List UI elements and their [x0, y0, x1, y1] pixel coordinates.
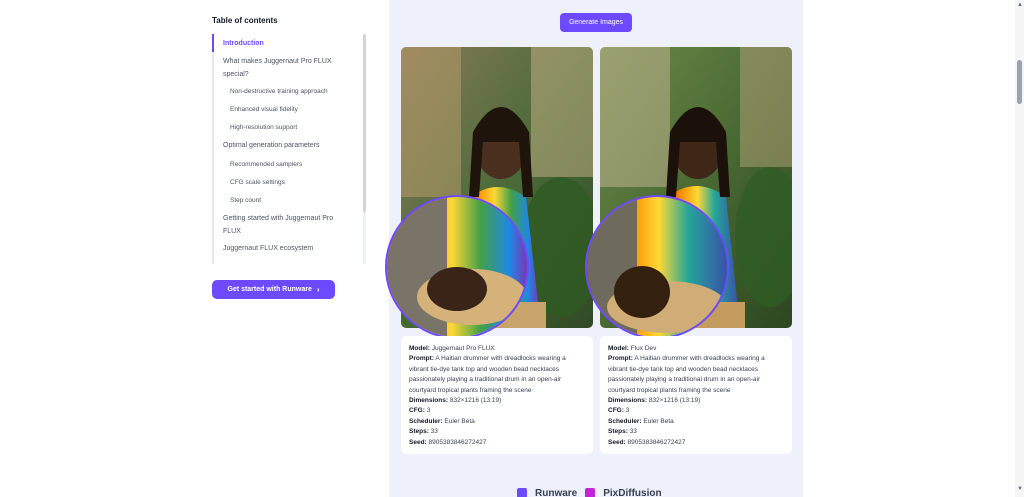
scheduler-row: Scheduler: Euler Beta: [409, 417, 475, 425]
toc-title: Table of contents: [212, 16, 278, 25]
toc-item-introduction[interactable]: Introduction: [223, 37, 351, 50]
cfg-row: CFG: 3: [409, 407, 431, 415]
toc-item-non-destructive[interactable]: Non-destructive training approach: [230, 85, 358, 98]
toc-item-what-makes-special[interactable]: What makes Juggernaut Pro FLUX special?: [223, 55, 351, 81]
scroll-down-arrow-icon[interactable]: ▼: [1017, 486, 1023, 492]
partner-logos: Runware PixDiffusion: [517, 488, 687, 497]
model-row: Model: Juggernaut Pro FLUX: [409, 345, 495, 352]
get-started-label: Get started with Runware: [227, 286, 312, 293]
prompt-row: Prompt: A Haitian drummer with dreadlock…: [608, 355, 765, 394]
get-started-button[interactable]: Get started with Runware ›: [212, 280, 335, 299]
brand-left: Runware: [535, 488, 578, 497]
toc-scroll-thumb[interactable]: [363, 34, 366, 212]
dimensions-row: Dimensions: 832×1216 (13:19): [409, 397, 502, 405]
runware-logo-icon: [517, 488, 527, 497]
pixdiffusion-logo-icon: [585, 488, 596, 497]
steps-row: Steps: 33: [608, 428, 637, 436]
page-scroll-thumb[interactable]: [1017, 60, 1022, 104]
generate-images-button[interactable]: Generate Images: [560, 13, 632, 32]
page-scrollbar[interactable]: ▲ ▼: [1015, 0, 1024, 497]
comparison-panel: Generate Images Model: Juggernaut Pro FL…: [385, 0, 803, 497]
page: Table of contents Introduction What make…: [0, 0, 1024, 497]
brand-right: PixDiffusion: [603, 488, 662, 497]
cfg-row: CFG: 3: [608, 407, 630, 415]
scheduler-row: Scheduler: Euler Beta: [608, 417, 674, 425]
zoom-magnifier-right: [585, 195, 729, 339]
toc-item-cfg-scale[interactable]: CFG scale settings: [230, 176, 358, 189]
toc-item-optimal-parameters[interactable]: Optimal generation parameters: [223, 139, 351, 152]
seed-row: Seed: 8905383846272427: [409, 438, 487, 446]
seed-row: Seed: 8905383846272427: [608, 438, 686, 446]
generation-details-juggernaut: Model: Juggernaut Pro FLUX Prompt: A Hai…: [401, 336, 593, 454]
toc-item-ecosystem[interactable]: Juggernaut FLUX ecosystem: [223, 242, 351, 255]
toc-active-indicator: [212, 34, 214, 52]
dimensions-row: Dimensions: 832×1216 (13:19): [608, 397, 701, 405]
toc-list: Introduction What makes Juggernaut Pro F…: [212, 34, 367, 264]
steps-row: Steps: 33: [409, 428, 438, 436]
toc-item-visual-fidelity[interactable]: Enhanced visual fidelity: [230, 103, 358, 116]
prompt-row: Prompt: A Haitian drummer with dreadlock…: [409, 355, 566, 394]
toc-item-getting-started[interactable]: Getting started with Juggernaut Pro FLUX: [223, 212, 351, 238]
model-row: Model: Flux Dev: [608, 345, 657, 352]
chevron-right-icon: ›: [316, 285, 320, 294]
toc-item-step-count[interactable]: Step count: [230, 194, 358, 207]
scroll-up-arrow-icon[interactable]: ▲: [1017, 2, 1023, 8]
zoom-magnifier-left: [385, 195, 529, 339]
toc-item-samplers[interactable]: Recommended samplers: [230, 158, 358, 171]
generation-details-flux-dev: Model: Flux Dev Prompt: A Haitian drumme…: [600, 336, 792, 454]
toc-item-high-resolution[interactable]: High-resolution support: [230, 121, 358, 134]
